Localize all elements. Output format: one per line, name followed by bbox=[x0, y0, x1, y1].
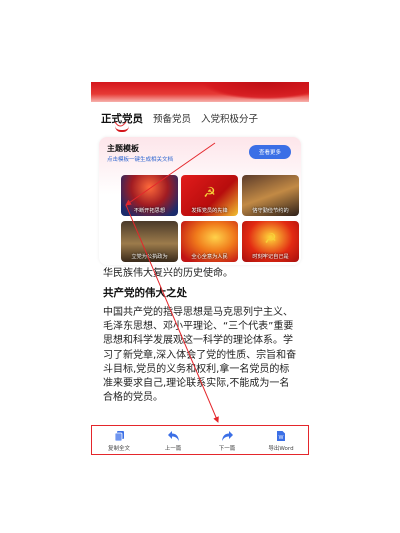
undo-arrow-icon bbox=[167, 429, 180, 443]
header-banner bbox=[91, 82, 309, 102]
tab-activist[interactable]: 入党积极分子 bbox=[201, 111, 258, 125]
previous-article-label: 上一篇 bbox=[164, 445, 182, 452]
next-article-button[interactable]: 下一篇 bbox=[200, 426, 254, 454]
template-tile-caption: 不断开拓思想 bbox=[133, 208, 166, 214]
copy-all-button[interactable]: 复制全文 bbox=[92, 426, 146, 454]
party-emblem-icon: ☭ bbox=[203, 185, 216, 202]
tab-formal-member[interactable]: 正式党员 bbox=[101, 111, 143, 132]
article-cut-line: 华民族伟大复兴的历史使命。 bbox=[103, 268, 233, 279]
article-paragraph: 中国共产党的指导思想是马克思列宁主义、毛泽东思想、邓小平理论、“三个代表”重要思… bbox=[103, 307, 297, 404]
word-document-icon: W bbox=[276, 429, 286, 443]
bottom-action-bar: 复制全文 上一篇 下一篇 W 导出Word bbox=[91, 425, 309, 455]
copy-all-label: 复制全文 bbox=[107, 445, 130, 452]
template-tile[interactable]: 全心全意为人民 bbox=[181, 221, 238, 262]
party-emblem-icon: ☭ bbox=[264, 231, 277, 248]
article-heading: 共产党的伟大之处 bbox=[103, 287, 187, 299]
template-tile-caption: 恪守勤俭节约的 bbox=[252, 208, 289, 214]
template-tile[interactable]: 立党为公执政为 bbox=[121, 221, 178, 262]
template-tile[interactable]: 恪守勤俭节约的 bbox=[242, 175, 299, 216]
redo-arrow-icon bbox=[221, 429, 234, 443]
template-tile[interactable]: ☭ 时刻牢记自己是 bbox=[242, 221, 299, 262]
tab-bar: 正式党员 预备党员 入党积极分子 bbox=[91, 104, 309, 132]
copy-icon bbox=[114, 429, 125, 443]
export-word-button[interactable]: W 导出Word bbox=[254, 426, 308, 454]
previous-article-button[interactable]: 上一篇 bbox=[146, 426, 200, 454]
tab-probationary-member[interactable]: 预备党员 bbox=[153, 111, 191, 125]
view-more-button[interactable]: 查看更多 bbox=[249, 145, 291, 159]
template-tile-caption: 全心全意为人民 bbox=[191, 254, 228, 260]
template-tile[interactable]: ☭ 发挥党员的先锋 bbox=[181, 175, 238, 216]
template-tile[interactable]: 不断开拓思想 bbox=[121, 175, 178, 216]
template-card-title: 主题模板 bbox=[107, 144, 139, 153]
svg-text:W: W bbox=[279, 435, 284, 441]
template-tile-caption: 发挥党员的先锋 bbox=[191, 208, 228, 214]
template-tile-caption: 时刻牢记自己是 bbox=[252, 254, 289, 260]
export-word-label: 导出Word bbox=[268, 445, 294, 452]
template-card: 主题模板 点击模板一键生成相关文档 查看更多 不断开拓思想 ☭ 发挥党员的先锋 … bbox=[99, 137, 301, 265]
next-article-label: 下一篇 bbox=[218, 445, 236, 452]
template-tile-caption: 立党为公执政为 bbox=[131, 254, 168, 260]
phone-screen: 正式党员 预备党员 入党积极分子 主题模板 点击模板一键生成相关文档 查看更多 … bbox=[91, 82, 309, 455]
template-card-subtitle: 点击模板一键生成相关文档 bbox=[107, 157, 174, 163]
